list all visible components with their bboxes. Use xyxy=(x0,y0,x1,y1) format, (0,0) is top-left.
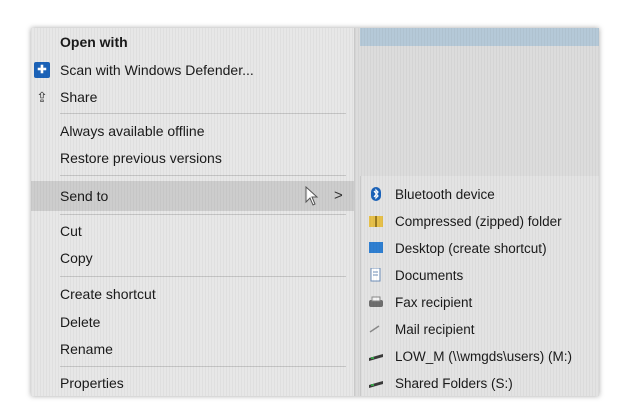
submenu-item-fax[interactable]: Fax recipient xyxy=(395,292,472,314)
menu-item-label: Properties xyxy=(60,375,124,391)
menu-separator xyxy=(60,175,346,176)
send-to-submenu: Bluetooth device Compressed (zipped) fol… xyxy=(360,176,599,396)
menu-item-send-to[interactable]: Send to xyxy=(60,185,108,207)
menu-item-label: Send to xyxy=(60,188,109,204)
windows-defender-icon: ✚ xyxy=(34,62,50,78)
submenu-item-label: LOW_M (\\wmgds\users) (M:) xyxy=(395,349,573,364)
share-icon: ⇪ xyxy=(36,89,48,105)
submenu-item-documents[interactable]: Documents xyxy=(395,265,463,287)
submenu-item-low-m-drive[interactable]: LOW_M (\\wmgds\users) (M:) xyxy=(395,346,572,368)
submenu-item-bluetooth[interactable]: Bluetooth device xyxy=(395,184,495,206)
menu-item-label: Delete xyxy=(60,314,101,330)
menu-item-label: Restore previous versions xyxy=(60,150,222,166)
chevron-right-icon: > xyxy=(334,187,343,204)
menu-item-label: Create shortcut xyxy=(60,286,156,302)
submenu-item-shared-folders[interactable]: Shared Folders (S:) xyxy=(395,373,513,395)
menu-item-rename[interactable]: Rename xyxy=(60,338,113,360)
submenu-item-mail[interactable]: Mail recipient xyxy=(395,319,475,341)
submenu-item-compressed-folder[interactable]: Compressed (zipped) folder xyxy=(395,211,562,233)
mail-icon xyxy=(369,325,380,333)
network-drive-icon xyxy=(369,354,383,361)
menu-item-label: Rename xyxy=(60,341,113,357)
window-title-strip xyxy=(360,28,599,46)
menu-item-label: Open with xyxy=(60,34,128,50)
submenu-item-label: Mail recipient xyxy=(395,322,475,337)
menu-item-open-with[interactable]: Open with xyxy=(60,31,128,53)
zip-folder-icon xyxy=(369,216,383,227)
context-menu: Open with ✚ Scan with Windows Defender..… xyxy=(31,28,355,396)
submenu-item-label: Desktop (create shortcut) xyxy=(395,241,547,256)
menu-item-cut[interactable]: Cut xyxy=(60,220,82,242)
desktop-icon xyxy=(369,242,383,253)
fax-icon xyxy=(369,296,383,307)
submenu-item-label: Fax recipient xyxy=(395,295,473,310)
menu-item-delete[interactable]: Delete xyxy=(60,311,100,333)
submenu-item-label: Shared Folders (S:) xyxy=(395,376,513,391)
menu-item-scan-defender[interactable]: Scan with Windows Defender... xyxy=(60,59,254,81)
screen-photo: Open with ✚ Scan with Windows Defender..… xyxy=(31,28,599,396)
menu-item-available-offline[interactable]: Always available offline xyxy=(60,120,205,142)
menu-separator xyxy=(60,214,346,215)
menu-separator xyxy=(60,113,346,114)
network-drive-icon xyxy=(369,381,383,388)
menu-item-share[interactable]: Share xyxy=(60,86,97,108)
menu-item-label: Share xyxy=(60,89,98,105)
menu-separator xyxy=(60,366,346,367)
bluetooth-icon xyxy=(371,187,381,201)
submenu-item-label: Compressed (zipped) folder xyxy=(395,214,562,229)
documents-icon xyxy=(370,268,381,282)
menu-item-restore-versions[interactable]: Restore previous versions xyxy=(60,147,222,169)
menu-item-properties[interactable]: Properties xyxy=(60,372,124,394)
menu-item-label: Always available offline xyxy=(60,123,205,139)
menu-item-copy[interactable]: Copy xyxy=(60,247,93,269)
menu-separator xyxy=(60,276,346,277)
menu-item-label: Scan with Windows Defender... xyxy=(60,62,254,78)
submenu-item-label: Bluetooth device xyxy=(395,187,495,202)
menu-item-create-shortcut[interactable]: Create shortcut xyxy=(60,283,156,305)
submenu-item-desktop[interactable]: Desktop (create shortcut) xyxy=(395,238,547,260)
menu-item-label: Cut xyxy=(60,223,82,239)
menu-item-label: Copy xyxy=(60,250,93,266)
mouse-cursor-icon xyxy=(305,186,319,206)
submenu-item-label: Documents xyxy=(395,268,464,283)
